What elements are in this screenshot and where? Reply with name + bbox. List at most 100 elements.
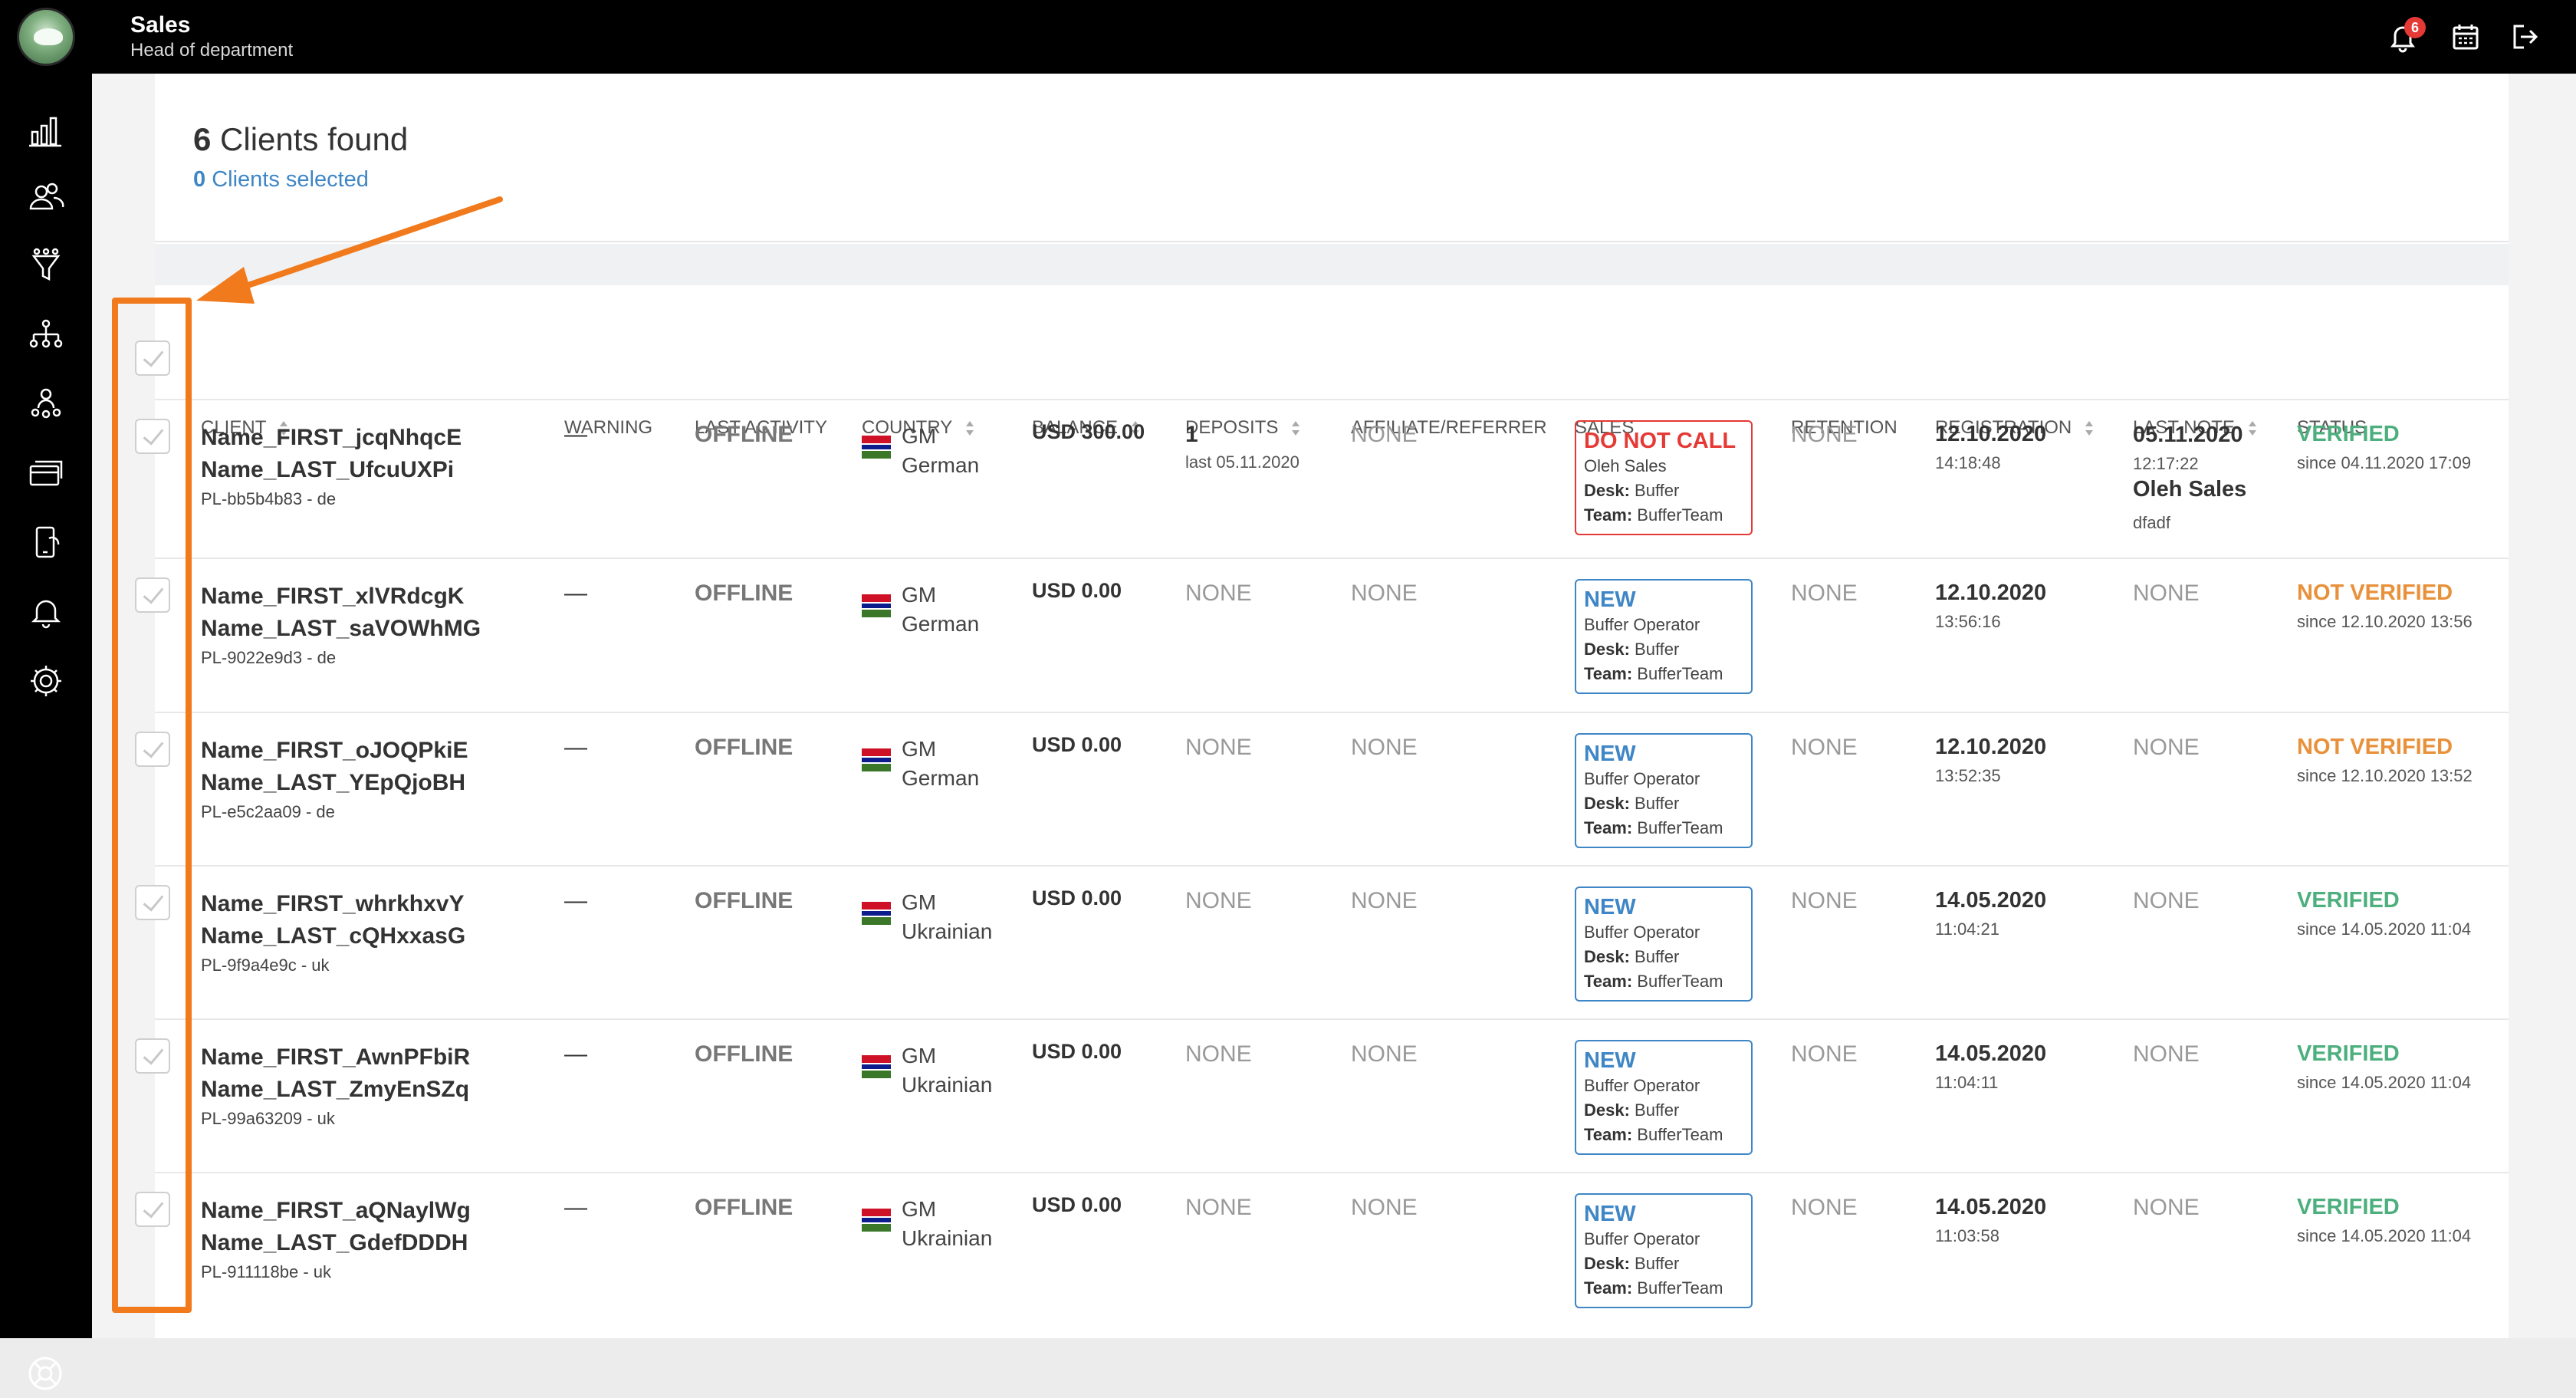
calendar-icon[interactable] — [2449, 20, 2482, 54]
client-id: PL-99a63209 - uk — [201, 1109, 335, 1128]
status-cell: VERIFIED since 04.11.2020 17:09 — [2297, 422, 2472, 472]
last-activity-cell: OFFLINE — [695, 581, 794, 606]
sidebar — [0, 74, 92, 1390]
gambia-flag-icon — [862, 436, 891, 459]
last-activity-cell: OFFLINE — [695, 1041, 794, 1067]
sales-status-box[interactable]: DO NOT CALL Oleh Sales Desk: Buffer Team: B… — [1575, 420, 1753, 535]
help-icon[interactable] — [25, 1353, 66, 1394]
sales-team: Team: BufferTeam — [1584, 818, 1723, 837]
client-id: PL-e5c2aa09 - de — [201, 802, 335, 821]
balance-cell: USD 0.00 — [1032, 579, 1122, 602]
sales-team: Team: BufferTeam — [1584, 972, 1723, 991]
warning-cell: — — [564, 735, 587, 760]
user-role: Head of department — [130, 40, 294, 61]
client-id: PL-911118be - uk — [201, 1262, 332, 1281]
sales-status: NEW — [1584, 1202, 1636, 1226]
affiliate-cell: NONE — [1351, 888, 1418, 913]
client-id: PL-9f9a4e9c - uk — [201, 956, 330, 975]
sales-status: NEW — [1584, 587, 1636, 612]
table-row[interactable]: Name_FIRST_jcqNhqcE Name_LAST_UfcuUXPi PL-… — [135, 399, 2509, 558]
sales-status-box[interactable]: NEW Buffer Operator Desk: Buffer Team: Buff… — [1575, 733, 1753, 848]
sales-status-box[interactable]: NEW Buffer Operator Desk: Buffer Team: Buff… — [1575, 1040, 1753, 1155]
sales-status-box[interactable]: NEW Buffer Operator Desk: Buffer Team: Buff… — [1575, 579, 1753, 694]
deposits-cell: 1 last 05.11.2020 — [1185, 422, 1300, 472]
notifications-icon[interactable] — [26, 592, 66, 632]
sales-team: Team: BufferTeam — [1584, 1278, 1723, 1298]
affiliate-cell: NONE — [1351, 1195, 1418, 1220]
status-cell: VERIFIED since 14.05.2020 11:04 — [2297, 1195, 2472, 1245]
country-cell: GM German — [902, 583, 980, 636]
client-name[interactable]: Name_FIRST_jcqNhqcE Name_LAST_UfcuUXPi — [201, 422, 462, 486]
last-note-cell: 05.11.2020 12:17:22 Oleh Sales dfadf — [2133, 423, 2247, 532]
country-cell: GM Ukrainian — [902, 890, 993, 943]
top-bar: Sales Head of department 6 — [0, 0, 2576, 74]
table-row[interactable]: Name_FIRST_whrkhxvY Name_LAST_cQHxxasG PL-… — [135, 865, 2509, 1018]
hierarchy-icon[interactable] — [26, 316, 66, 356]
annotation-highlight-box — [112, 298, 192, 1313]
warning-cell: — — [564, 581, 587, 606]
operators-icon[interactable] — [26, 385, 66, 425]
sales-operator: Buffer Operator — [1584, 1229, 1700, 1248]
last-note-cell: NONE — [2133, 1195, 2200, 1220]
client-name[interactable]: Name_FIRST_AwnPFbiR Name_LAST_ZmyEnSZq — [201, 1041, 470, 1106]
sales-status: NEW — [1584, 742, 1636, 766]
sales-desk: Desk: Buffer — [1584, 481, 1680, 500]
content-gutter-right — [2509, 74, 2576, 1338]
retention-cell: NONE — [1791, 581, 1858, 606]
leads-icon[interactable] — [26, 247, 66, 287]
registration-cell: 12.10.2020 13:56:16 — [1935, 581, 2047, 631]
sales-operator: Buffer Operator — [1584, 1076, 1700, 1095]
logout-icon[interactable] — [2509, 20, 2542, 54]
gambia-flag-icon — [862, 594, 891, 617]
last-activity-cell: OFFLINE — [695, 422, 794, 447]
notification-badge: 6 — [2404, 17, 2426, 38]
affiliate-cell: NONE — [1351, 735, 1418, 760]
sales-status-box[interactable]: NEW Buffer Operator Desk: Buffer Team: Buff… — [1575, 886, 1753, 1002]
balance-cell: USD 0.00 — [1032, 733, 1122, 756]
last-note-cell: NONE — [2133, 581, 2200, 606]
deposits-cell: NONE — [1185, 1195, 1252, 1220]
client-id: PL-9022e9d3 - de — [201, 648, 337, 667]
status-cell: NOT VERIFIED since 12.10.2020 13:52 — [2297, 735, 2472, 785]
settings-icon[interactable] — [26, 661, 66, 701]
callbacks-icon[interactable] — [26, 523, 66, 563]
sales-operator: Buffer Operator — [1584, 923, 1700, 942]
sales-operator: Oleh Sales — [1584, 456, 1667, 475]
table-row[interactable]: Name_FIRST_aQNaylWg Name_LAST_GdefDDDH PL-… — [135, 1172, 2509, 1325]
balance-cell: USD 0.00 — [1032, 1040, 1122, 1063]
client-id: PL-bb5b4b83 - de — [201, 489, 337, 508]
retention-cell: NONE — [1791, 1041, 1858, 1067]
country-cell: GM German — [902, 737, 980, 790]
registration-cell: 14.05.2020 11:03:58 — [1935, 1195, 2047, 1245]
client-name[interactable]: Name_FIRST_xlVRdcgK Name_LAST_saVOWhMG — [201, 581, 481, 645]
logo[interactable] — [17, 8, 75, 66]
table-row[interactable]: Name_FIRST_xlVRdcgK Name_LAST_saVOWhMG PL-… — [135, 558, 2509, 712]
sales-team: Team: BufferTeam — [1584, 505, 1723, 525]
status-cell: VERIFIED since 14.05.2020 11:04 — [2297, 888, 2472, 939]
last-note-cell: NONE — [2133, 735, 2200, 760]
balance-cell: USD 0.00 — [1032, 1193, 1122, 1216]
deposits-cell: NONE — [1185, 1041, 1252, 1067]
dashboard-icon[interactable] — [26, 110, 66, 150]
sales-status: DO NOT CALL — [1584, 429, 1737, 453]
last-activity-cell: OFFLINE — [695, 1195, 794, 1220]
deposits-cell: NONE — [1185, 735, 1252, 760]
client-name[interactable]: Name_FIRST_oJOQPkiE Name_LAST_YEpQjoBH — [201, 735, 468, 799]
client-name[interactable]: Name_FIRST_aQNaylWg Name_LAST_GdefDDDH — [201, 1195, 471, 1259]
table-row[interactable]: Name_FIRST_AwnPFbiR Name_LAST_ZmyEnSZq PL-… — [135, 1018, 2509, 1172]
retention-cell: NONE — [1791, 888, 1858, 913]
retention-cell: NONE — [1791, 422, 1858, 447]
retention-cell: NONE — [1791, 1195, 1858, 1220]
gambia-flag-icon — [862, 1055, 891, 1078]
client-name[interactable]: Name_FIRST_whrkhxvY Name_LAST_cQHxxasG — [201, 888, 465, 952]
table-row[interactable]: Name_FIRST_oJOQPkiE Name_LAST_YEpQjoBH PL-… — [135, 712, 2509, 865]
affiliate-cell: NONE — [1351, 581, 1418, 606]
gambia-flag-icon — [862, 902, 891, 925]
clients-icon[interactable] — [26, 178, 66, 218]
sales-desk: Desk: Buffer — [1584, 794, 1680, 813]
registration-cell: 14.05.2020 11:04:21 — [1935, 888, 2047, 939]
sales-status-box[interactable]: NEW Buffer Operator Desk: Buffer Team: Buff… — [1575, 1193, 1753, 1308]
payments-icon[interactable] — [26, 454, 66, 494]
clients-selected-count: 0 Clients selected — [193, 167, 369, 192]
sales-desk: Desk: Buffer — [1584, 1100, 1680, 1120]
